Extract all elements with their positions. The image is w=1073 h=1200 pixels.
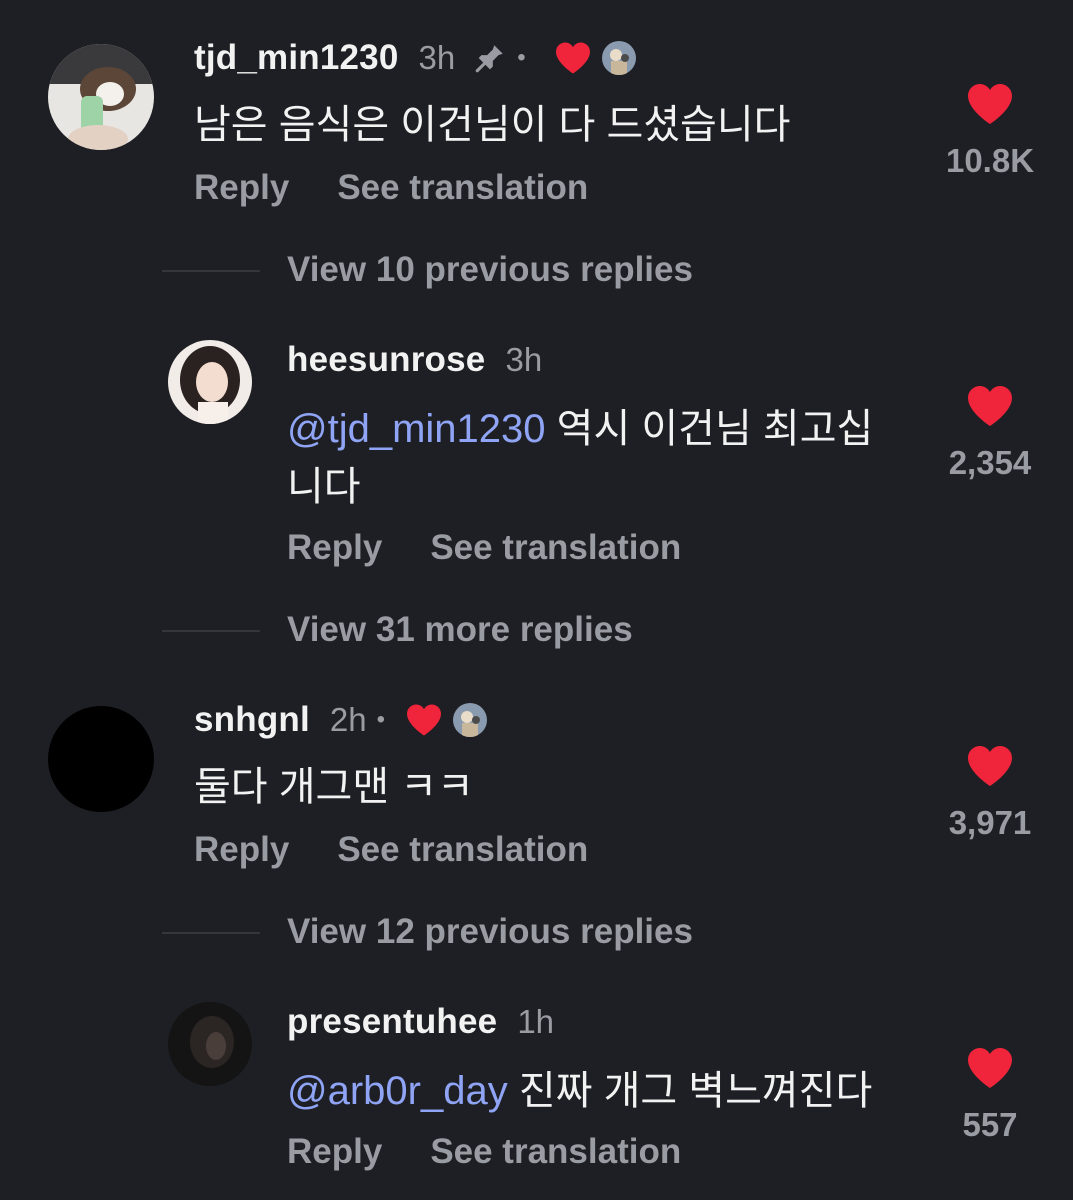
reply-button[interactable]: Reply bbox=[287, 528, 382, 568]
creator-avatar bbox=[601, 41, 636, 75]
comment-text: 남은 음식은 이건님이 다 드셨습니다 bbox=[194, 103, 791, 147]
comment-text: @arb0r_day 진짜 개그 벽느껴진다 bbox=[287, 1062, 907, 1120]
view-more-replies[interactable]: View 31 more replies bbox=[0, 610, 1073, 650]
like-button[interactable]: 2,354 bbox=[930, 384, 1050, 482]
see-translation-button[interactable]: See translation bbox=[430, 528, 681, 568]
like-button[interactable]: 3,971 bbox=[930, 744, 1050, 842]
mention-link[interactable]: @tjd_min1230 bbox=[287, 407, 546, 451]
comment-body: 진짜 개그 벽느껴진다 bbox=[518, 1069, 873, 1113]
timestamp: 3h bbox=[505, 341, 543, 378]
reply-presentuhee: presentuhee 1h @arb0r_day 진짜 개그 벽느껴진다 Re… bbox=[0, 982, 1073, 1200]
timestamp: 1h bbox=[517, 1003, 555, 1040]
creator-heart-icon bbox=[405, 703, 443, 737]
like-count: 2,354 bbox=[948, 444, 1032, 481]
creator-heart-icon bbox=[554, 41, 592, 75]
avatar[interactable] bbox=[48, 44, 154, 150]
view-replies-label[interactable]: View 31 more replies bbox=[287, 610, 633, 650]
username[interactable]: presentuhee bbox=[287, 1002, 497, 1042]
comment-text: 둘다 개그맨 ㅋㅋ bbox=[194, 765, 474, 809]
separator-dot: • bbox=[376, 706, 386, 733]
see-translation-button[interactable]: See translation bbox=[430, 1132, 681, 1172]
reply-button[interactable]: Reply bbox=[194, 830, 289, 870]
avatar[interactable] bbox=[168, 340, 252, 424]
heart-icon[interactable] bbox=[965, 744, 1015, 788]
thread-line bbox=[162, 630, 260, 632]
reply-button[interactable]: Reply bbox=[287, 1132, 382, 1172]
view-replies-label[interactable]: View 12 previous replies bbox=[287, 912, 693, 952]
avatar[interactable] bbox=[48, 706, 154, 812]
like-count: 557 bbox=[962, 1106, 1018, 1143]
comment-tjd-min1230: tjd_min1230 3h • 남은 음식은 이건님이 다 드셨습니다 Rep… bbox=[0, 0, 1073, 230]
heart-icon[interactable] bbox=[965, 82, 1015, 126]
like-count: 3,971 bbox=[948, 804, 1032, 841]
reply-button[interactable]: Reply bbox=[194, 168, 289, 208]
like-count: 10.8K bbox=[945, 142, 1035, 179]
separator-dot: • bbox=[517, 44, 526, 71]
creator-avatar bbox=[453, 703, 488, 737]
heart-icon[interactable] bbox=[965, 384, 1015, 428]
avatar[interactable] bbox=[168, 1002, 252, 1086]
timestamp: 2h bbox=[329, 701, 367, 738]
view-replies-label[interactable]: View 10 previous replies bbox=[287, 250, 693, 290]
comment-snhgnl: snhgnl 2h • 둘다 개그맨 ㅋㅋ Reply See translat… bbox=[0, 680, 1073, 900]
view-previous-replies[interactable]: View 10 previous replies bbox=[0, 250, 1073, 290]
timestamp: 3h bbox=[418, 39, 456, 76]
pin-icon bbox=[473, 41, 507, 75]
see-translation-button[interactable]: See translation bbox=[337, 830, 588, 870]
username[interactable]: snhgnl bbox=[194, 700, 310, 740]
like-button[interactable]: 10.8K bbox=[930, 82, 1050, 180]
comment-text: @tjd_min1230 역시 이건님 최고십니다 bbox=[287, 400, 907, 516]
mention-link[interactable]: @arb0r_day bbox=[287, 1069, 508, 1113]
thread-line bbox=[162, 932, 260, 934]
like-button[interactable]: 557 bbox=[930, 1046, 1050, 1144]
username[interactable]: heesunrose bbox=[287, 340, 485, 380]
username[interactable]: tjd_min1230 bbox=[194, 38, 399, 78]
heart-icon[interactable] bbox=[965, 1046, 1015, 1090]
reply-heesunrose: heesunrose 3h @tjd_min1230 역시 이건님 최고십니다 … bbox=[0, 320, 1073, 580]
thread-line bbox=[162, 270, 260, 272]
see-translation-button[interactable]: See translation bbox=[337, 168, 588, 208]
view-previous-replies[interactable]: View 12 previous replies bbox=[0, 912, 1073, 952]
